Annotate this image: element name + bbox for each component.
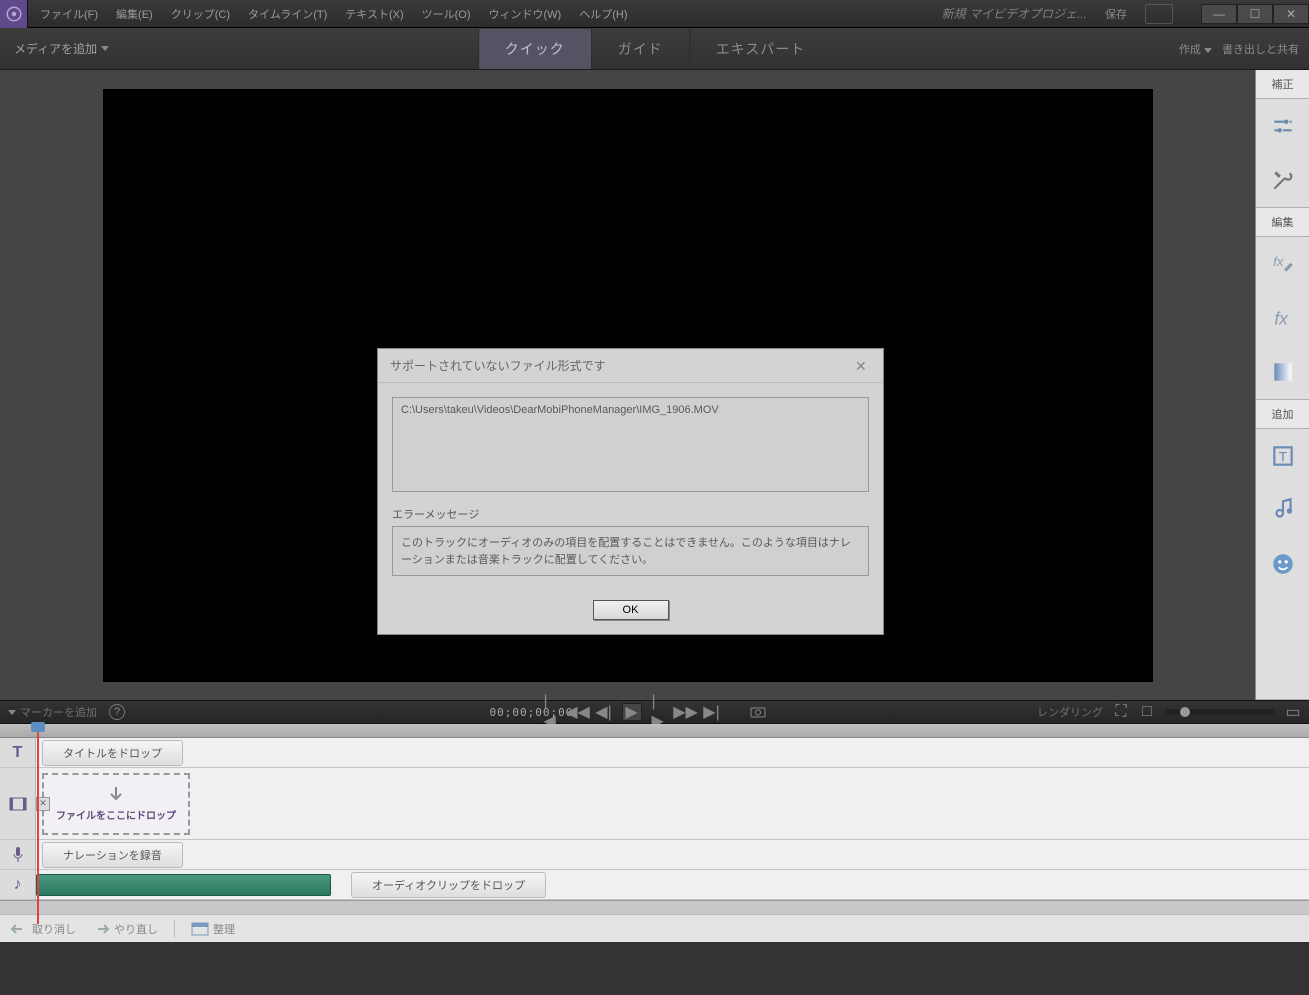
render-button[interactable]: レンダリング bbox=[1037, 704, 1103, 720]
safe-margin-icon[interactable]: □ bbox=[1139, 704, 1155, 720]
window-close-button[interactable]: ✕ bbox=[1273, 4, 1309, 24]
menu-edit[interactable]: 編集(E) bbox=[108, 2, 161, 26]
undo-button[interactable]: 取り消し bbox=[10, 921, 76, 937]
tab-guide[interactable]: ガイド bbox=[591, 29, 689, 69]
main-menu: ファイル(F) 編集(E) クリップ(C) タイムライン(T) テキスト(X) … bbox=[32, 2, 636, 26]
arrow-down-icon bbox=[106, 785, 126, 805]
organize-label: 整理 bbox=[213, 921, 235, 937]
title-track[interactable]: T タイトルをドロップ bbox=[0, 738, 1309, 768]
add-media-button[interactable]: メディアを追加 bbox=[0, 34, 123, 63]
project-title: 新規 マイビデオプロジェ... bbox=[942, 5, 1087, 22]
next-frame-button[interactable]: ▶▶ bbox=[678, 704, 694, 720]
sidebar-head-add: 追加 bbox=[1256, 400, 1309, 429]
audio-clip[interactable] bbox=[36, 874, 331, 896]
app-logo-icon bbox=[0, 0, 28, 28]
titlebar: ファイル(F) 編集(E) クリップ(C) タイムライン(T) テキスト(X) … bbox=[0, 0, 1309, 28]
goto-end-button[interactable]: ▶| bbox=[704, 704, 720, 720]
organizer-icon[interactable] bbox=[1145, 4, 1173, 24]
create-button[interactable]: 作成 bbox=[1179, 41, 1212, 57]
add-media-label: メディアを追加 bbox=[14, 40, 97, 57]
playhead-handle[interactable] bbox=[31, 722, 45, 732]
bottom-bar: 取り消し やり直し 整理 bbox=[0, 914, 1309, 942]
transport-bar: マーカーを追加 ? 00;00;00;00 |◀ ◀◀ ◀| ▶ |▶ ▶▶ ▶… bbox=[0, 700, 1309, 724]
svg-text:fx: fx bbox=[1273, 254, 1284, 269]
sidebar-fx-brush-icon[interactable]: fx bbox=[1256, 237, 1309, 291]
zoom-slider[interactable] bbox=[1165, 709, 1275, 715]
narration-record-button[interactable]: ナレーションを録音 bbox=[42, 842, 183, 868]
organize-button[interactable]: 整理 bbox=[191, 921, 235, 937]
timeline-scrollbar[interactable] bbox=[0, 900, 1309, 914]
video-track[interactable]: ✕ ファイルをここにドロップ bbox=[0, 768, 1309, 840]
dropdown-icon bbox=[8, 710, 16, 715]
video-track-head-icon bbox=[0, 768, 36, 839]
help-icon[interactable]: ? bbox=[109, 704, 125, 720]
zoom-thumb[interactable] bbox=[1180, 707, 1190, 717]
dropdown-icon bbox=[1204, 48, 1212, 53]
svg-text:T: T bbox=[1278, 448, 1287, 464]
sidebar-head-edit: 編集 bbox=[1256, 208, 1309, 237]
menu-file[interactable]: ファイル(F) bbox=[32, 2, 106, 26]
redo-label: やり直し bbox=[114, 921, 158, 937]
sidebar-music-icon[interactable] bbox=[1256, 483, 1309, 537]
step-fwd-button[interactable]: |▶ bbox=[652, 704, 668, 720]
timeline-ruler[interactable] bbox=[0, 724, 1309, 738]
dialog-file-path: C:\Users\takeu\Videos\DearMobiPhoneManag… bbox=[392, 397, 869, 492]
menu-tools[interactable]: ツール(O) bbox=[414, 2, 479, 26]
right-sidebar: 補正 編集 fx fx 追加 T bbox=[1255, 70, 1309, 700]
video-drop-label: ファイルをここにドロップ bbox=[56, 807, 176, 822]
narration-track-head-icon bbox=[0, 840, 36, 869]
video-drop-zone[interactable]: ✕ ファイルをここにドロップ bbox=[42, 773, 190, 835]
audio-track-head-icon: ♪ bbox=[0, 870, 36, 899]
redo-button[interactable]: やり直し bbox=[92, 921, 158, 937]
step-back-button[interactable]: ◀| bbox=[596, 704, 612, 720]
create-label-text: 作成 bbox=[1179, 44, 1201, 56]
sidebar-gradient-icon[interactable] bbox=[1256, 345, 1309, 399]
fullscreen-icon[interactable]: ⛶ bbox=[1113, 704, 1129, 720]
dialog-title-text: サポートされていないファイル形式です bbox=[390, 357, 606, 374]
sidebar-title-icon[interactable]: T bbox=[1256, 429, 1309, 483]
menu-clip[interactable]: クリップ(C) bbox=[163, 2, 238, 26]
tab-quick[interactable]: クイック bbox=[478, 29, 591, 69]
dialog-ok-button[interactable]: OK bbox=[593, 600, 669, 620]
window-maximize-button[interactable]: ☐ bbox=[1237, 4, 1273, 24]
dialog-error-label: エラーメッセージ bbox=[392, 506, 869, 522]
zoom-fit-icon[interactable]: ▭ bbox=[1285, 704, 1301, 720]
dialog-error-message: このトラックにオーディオのみの項目を配置することはできません。このような項目はナ… bbox=[392, 526, 869, 576]
organize-icon bbox=[191, 922, 209, 936]
audio-drop-button[interactable]: オーディオクリップをドロップ bbox=[351, 872, 546, 898]
title-drop-button[interactable]: タイトルをドロップ bbox=[42, 740, 183, 766]
snapshot-button[interactable] bbox=[750, 704, 766, 720]
play-button[interactable]: ▶ bbox=[622, 703, 642, 721]
menu-timeline[interactable]: タイムライン(T) bbox=[240, 2, 335, 26]
export-button[interactable]: 書き出しと共有 bbox=[1222, 41, 1299, 57]
sidebar-tools-icon[interactable] bbox=[1256, 153, 1309, 207]
goto-start-button[interactable]: |◀ bbox=[544, 704, 560, 720]
dialog-close-button[interactable]: ✕ bbox=[855, 358, 871, 374]
sidebar-smiley-icon[interactable] bbox=[1256, 537, 1309, 591]
add-marker-button[interactable]: マーカーを追加 bbox=[8, 704, 97, 720]
tab-expert[interactable]: エキスパート bbox=[689, 29, 832, 69]
menu-text[interactable]: テキスト(X) bbox=[337, 2, 411, 26]
modebar: メディアを追加 クイック ガイド エキスパート 作成 書き出しと共有 bbox=[0, 28, 1309, 70]
redo-icon bbox=[92, 922, 110, 936]
timeline: T タイトルをドロップ ✕ ファイルをここにドロップ ナレーションを録音 ♪ オ… bbox=[0, 724, 1309, 914]
dropdown-icon bbox=[101, 46, 109, 51]
sidebar-fx-icon[interactable]: fx bbox=[1256, 291, 1309, 345]
audio-track[interactable]: ♪ オーディオクリップをドロップ bbox=[0, 870, 1309, 900]
prev-frame-button[interactable]: ◀◀ bbox=[570, 704, 586, 720]
error-dialog: サポートされていないファイル形式です ✕ C:\Users\takeu\Vide… bbox=[377, 348, 884, 635]
sidebar-head-adjust: 補正 bbox=[1256, 70, 1309, 99]
undo-icon bbox=[10, 922, 28, 936]
playhead bbox=[37, 724, 39, 924]
narration-track[interactable]: ナレーションを録音 bbox=[0, 840, 1309, 870]
sidebar-adjust-sliders-icon[interactable] bbox=[1256, 99, 1309, 153]
menu-window[interactable]: ウィンドウ(W) bbox=[481, 2, 570, 26]
menu-help[interactable]: ヘルプ(H) bbox=[571, 2, 635, 26]
save-button[interactable]: 保存 bbox=[1105, 6, 1127, 22]
add-marker-label: マーカーを追加 bbox=[20, 704, 97, 720]
title-track-head-icon: T bbox=[0, 738, 36, 767]
dialog-titlebar: サポートされていないファイル形式です ✕ bbox=[378, 349, 883, 383]
svg-text:fx: fx bbox=[1274, 309, 1289, 329]
window-minimize-button[interactable]: — bbox=[1201, 4, 1237, 24]
